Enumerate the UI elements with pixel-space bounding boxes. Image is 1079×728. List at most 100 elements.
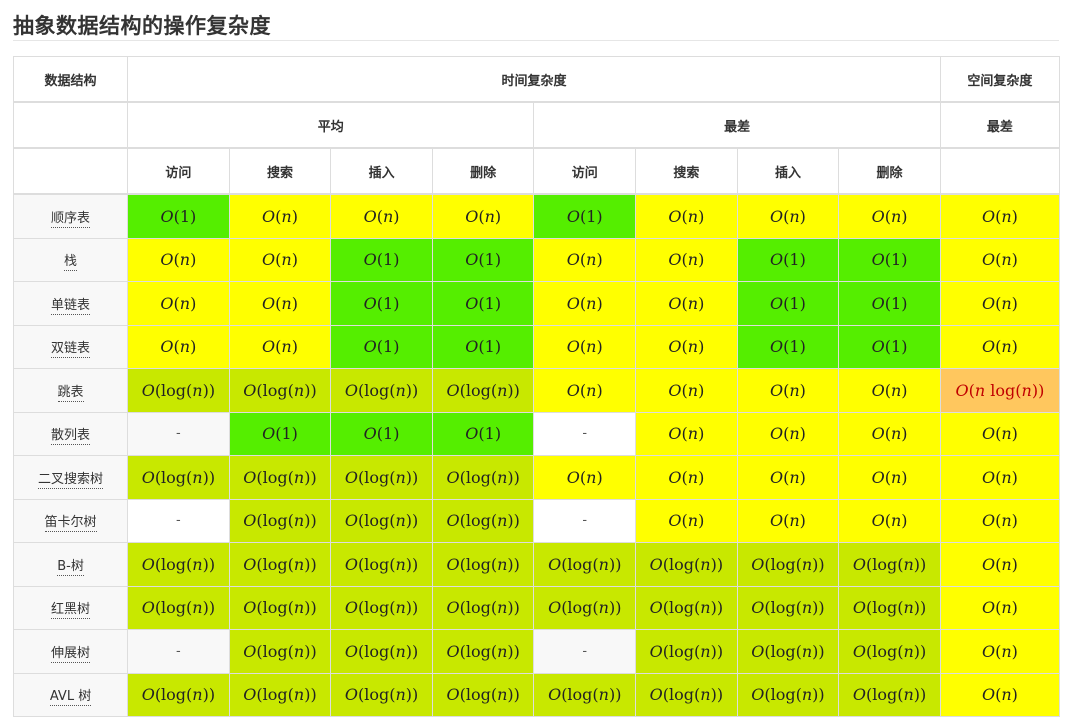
complexity-cell: O(1) <box>330 324 433 369</box>
complexity-cell: O(1) <box>431 411 535 456</box>
complexity-cell: O(n) <box>939 237 1061 282</box>
complexity-cell: O(n) <box>736 411 840 456</box>
complexity-cell: O(1) <box>736 324 840 369</box>
complexity-cell: O(n) <box>939 411 1061 456</box>
table-row: 双链表 O(n) O(n) O(1) O(1) O(n) O(n) O(1) O(1) O(n) <box>12 324 1061 369</box>
header-structure: 数据结构 <box>12 56 129 103</box>
table-row: 伸展树 - O(log(n)) O(log(n)) O(log(n)) - O(log(n)… <box>12 629 1061 674</box>
complexity-cell: O(1) <box>736 281 840 326</box>
complexity-cell: O(n) <box>635 368 738 413</box>
header-op-delete: 删除 <box>838 147 941 195</box>
complexity-cell: O(1) <box>431 324 535 369</box>
complexity-cell: O(n) <box>635 498 738 543</box>
complexity-cell: O(log(n)) <box>431 542 535 587</box>
complexity-cell: O(n) <box>635 237 738 282</box>
complexity-cell: O(n) <box>939 324 1061 369</box>
header-empty-cell <box>12 147 129 195</box>
complexity-cell: - <box>533 498 637 543</box>
complexity-table-body: 顺序表 O(1) O(n) O(n) O(n) O(1) O(n) O(n) O(n) O(n) 栈… <box>12 193 1061 717</box>
complexity-cell: O(n) <box>838 411 941 456</box>
complexity-cell: O(log(n)) <box>127 455 230 500</box>
complexity-cell: O(log(n)) <box>127 672 230 717</box>
complexity-cell: O(log(n)) <box>228 368 332 413</box>
structure-link[interactable]: 散列表 <box>51 428 91 446</box>
row-name-cell: B-树 <box>12 542 129 587</box>
complexity-cell: O(n) <box>635 324 738 369</box>
complexity-cell: O(n) <box>838 455 941 500</box>
structure-link[interactable]: 二叉搜索树 <box>38 471 104 489</box>
table-row: 跳表 O(log(n)) O(log(n)) O(log(n)) O(log(n)) O(… <box>12 368 1061 413</box>
header-average: 平均 <box>127 101 535 149</box>
complexity-cell: O(log(n)) <box>127 368 230 413</box>
complexity-cell: O(1) <box>228 411 332 456</box>
complexity-cell: O(log(n)) <box>736 629 840 674</box>
complexity-cell: O(log(n)) <box>431 629 535 674</box>
structure-link[interactable]: 顺序表 <box>51 210 91 228</box>
structure-link[interactable]: B-树 <box>57 558 84 576</box>
complexity-cell: O(n) <box>736 368 840 413</box>
complexity-cell: O(log(n)) <box>228 498 332 543</box>
structure-link[interactable]: 笛卡尔树 <box>44 515 97 533</box>
complexity-cell: O(log(n)) <box>330 455 433 500</box>
table-row: AVL 树 O(log(n)) O(log(n)) O(log(n)) O(log(n)… <box>12 672 1061 717</box>
complexity-cell: - <box>127 498 230 543</box>
complexity-cell: - <box>533 629 637 674</box>
title-divider <box>13 40 1059 41</box>
complexity-cell: O(1) <box>127 193 230 239</box>
row-name-cell: 二叉搜索树 <box>12 455 129 500</box>
complexity-cell: O(n) <box>838 193 941 239</box>
complexity-cell: O(log(n)) <box>838 585 941 630</box>
complexity-cell: O(log(n)) <box>533 585 637 630</box>
complexity-cell: O(n) <box>939 585 1061 630</box>
complexity-cell: O(log(n)) <box>431 368 535 413</box>
complexity-table: 数据结构 时间复杂度 空间复杂度 平均 最差 最差 访问 搜索 插入 删除 访问… <box>12 56 1061 717</box>
complexity-cell: O(n) <box>838 498 941 543</box>
complexity-cell: O(n) <box>635 455 738 500</box>
complexity-cell: O(log(n)) <box>838 672 941 717</box>
table-row: 二叉搜索树 O(log(n)) O(log(n)) O(log(n)) O(log(n)… <box>12 455 1061 500</box>
table-row: 笛卡尔树 - O(log(n)) O(log(n)) O(log(n)) - O(n) O(n… <box>12 498 1061 543</box>
complexity-cell: O(1) <box>838 281 941 326</box>
structure-link[interactable]: AVL 树 <box>49 689 92 707</box>
header-op-search: 搜索 <box>228 147 332 195</box>
complexity-cell: O(log(n)) <box>228 585 332 630</box>
complexity-cell: O(1) <box>736 237 840 282</box>
row-name-cell: 散列表 <box>12 411 129 456</box>
complexity-cell: O(n) <box>939 542 1061 587</box>
complexity-cell: O(n) <box>635 411 738 456</box>
complexity-cell: O(log(n)) <box>228 629 332 674</box>
complexity-cell: O(n) <box>939 629 1061 674</box>
complexity-cell: O(1) <box>431 281 535 326</box>
row-name-cell: 双链表 <box>12 324 129 369</box>
header-worst: 最差 <box>533 101 941 149</box>
complexity-cell: O(n) <box>127 324 230 369</box>
header-op-insert: 插入 <box>330 147 433 195</box>
complexity-cell: O(log(n)) <box>330 585 433 630</box>
header-empty-cell <box>12 101 129 149</box>
structure-link[interactable]: 跳表 <box>57 384 84 402</box>
complexity-cell: O(n) <box>736 498 840 543</box>
row-name-cell: AVL 树 <box>12 672 129 717</box>
complexity-cell: O(n) <box>533 455 637 500</box>
complexity-cell: O(log(n)) <box>838 542 941 587</box>
complexity-cell: O(n log(n)) <box>939 368 1061 413</box>
complexity-cell: O(log(n)) <box>736 672 840 717</box>
header-space-complexity: 空间复杂度 <box>939 56 1061 103</box>
complexity-cell: O(log(n)) <box>736 542 840 587</box>
structure-link[interactable]: 伸展树 <box>51 645 91 663</box>
complexity-cell: O(n) <box>228 193 332 239</box>
header-time-complexity: 时间复杂度 <box>127 56 941 103</box>
complexity-cell: O(log(n)) <box>431 585 535 630</box>
header-op-insert: 插入 <box>736 147 840 195</box>
structure-link[interactable]: 红黑树 <box>51 602 91 620</box>
complexity-cell: O(log(n)) <box>635 672 738 717</box>
structure-link[interactable]: 单链表 <box>51 297 91 315</box>
complexity-cell: O(n) <box>127 281 230 326</box>
complexity-cell: O(n) <box>330 193 433 239</box>
structure-link[interactable]: 栈 <box>64 254 78 272</box>
structure-link[interactable]: 双链表 <box>51 341 91 359</box>
complexity-cell: O(n) <box>228 237 332 282</box>
row-name-cell: 栈 <box>12 237 129 282</box>
complexity-cell: O(n) <box>533 237 637 282</box>
complexity-cell: O(log(n)) <box>228 455 332 500</box>
